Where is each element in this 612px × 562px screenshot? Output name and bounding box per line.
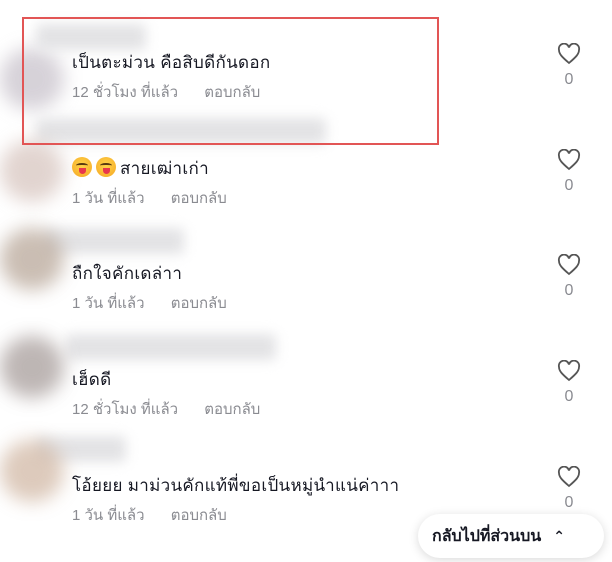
- back-to-top-label: กลับไปที่ส่วนบน: [432, 527, 542, 545]
- avatar[interactable]: [0, 440, 64, 502]
- reply-button[interactable]: ตอบกลับ: [171, 190, 227, 207]
- reply-button[interactable]: ตอบกลับ: [171, 507, 227, 524]
- back-to-top-button[interactable]: กลับไปที่ส่วนบน ⌃: [418, 514, 604, 558]
- like-count: 0: [564, 494, 574, 511]
- heart-icon: [557, 254, 581, 276]
- highlight-box: [22, 17, 439, 145]
- comment-time: 12 ชั่วโมง ที่แล้ว: [72, 401, 179, 418]
- face-with-tongue-emoji: [96, 157, 116, 177]
- avatar[interactable]: [0, 336, 64, 398]
- comment-time: 1 วัน ที่แล้ว: [72, 190, 145, 207]
- like-button[interactable]: 0: [556, 149, 582, 195]
- comment-time: 1 วัน ที่แล้ว: [72, 507, 145, 524]
- like-count: 0: [564, 71, 574, 88]
- like-button[interactable]: 0: [556, 254, 582, 300]
- like-button[interactable]: 0: [556, 43, 582, 89]
- comment-meta: 1 วัน ที่แล้ว ตอบกลับ: [72, 186, 227, 210]
- like-button[interactable]: 0: [556, 466, 582, 512]
- comment-text: สายเฒ่าเก่า: [120, 159, 209, 178]
- comment-meta: 1 วัน ที่แล้ว ตอบกลับ: [72, 291, 227, 315]
- comment-meta: 1 วัน ที่แล้ว ตอบกลับ: [72, 503, 227, 527]
- heart-icon: [557, 149, 581, 171]
- like-count: 0: [564, 177, 574, 194]
- like-count: 0: [564, 282, 574, 299]
- heart-icon: [557, 360, 581, 382]
- like-button[interactable]: 0: [556, 360, 582, 406]
- comment-text: โอ้ยยย มาม่วนคักแท้พี่ขอเป็นหมู่นำแน่ค่า…: [72, 476, 400, 495]
- comment-text-row: สายเฒ่าเก่า: [72, 155, 209, 182]
- comment-item: ถืกใจคักเดล่าา 1 วัน ที่แล้ว ตอบกลับ 0: [72, 254, 592, 350]
- avatar[interactable]: [0, 140, 64, 202]
- like-count: 0: [564, 388, 574, 405]
- comment-meta: 12 ชั่วโมง ที่แล้ว ตอบกลับ: [72, 397, 260, 421]
- reply-button[interactable]: ตอบกลับ: [204, 401, 260, 418]
- reply-button[interactable]: ตอบกลับ: [171, 295, 227, 312]
- avatar[interactable]: [0, 228, 64, 290]
- comment-text: เฮ็ดดี: [72, 370, 112, 389]
- comment-text: ถืกใจคักเดล่าา: [72, 264, 183, 283]
- chevron-double-up-icon: ⌃: [553, 527, 565, 544]
- heart-icon: [557, 466, 581, 488]
- comment-time: 1 วัน ที่แล้ว: [72, 295, 145, 312]
- comment-item: เฮ็ดดี 12 ชั่วโมง ที่แล้ว ตอบกลับ 0: [72, 360, 592, 456]
- comment-item: สายเฒ่าเก่า 1 วัน ที่แล้ว ตอบกลับ 0: [72, 149, 592, 245]
- face-with-tongue-emoji: [72, 157, 92, 177]
- heart-icon: [557, 43, 581, 65]
